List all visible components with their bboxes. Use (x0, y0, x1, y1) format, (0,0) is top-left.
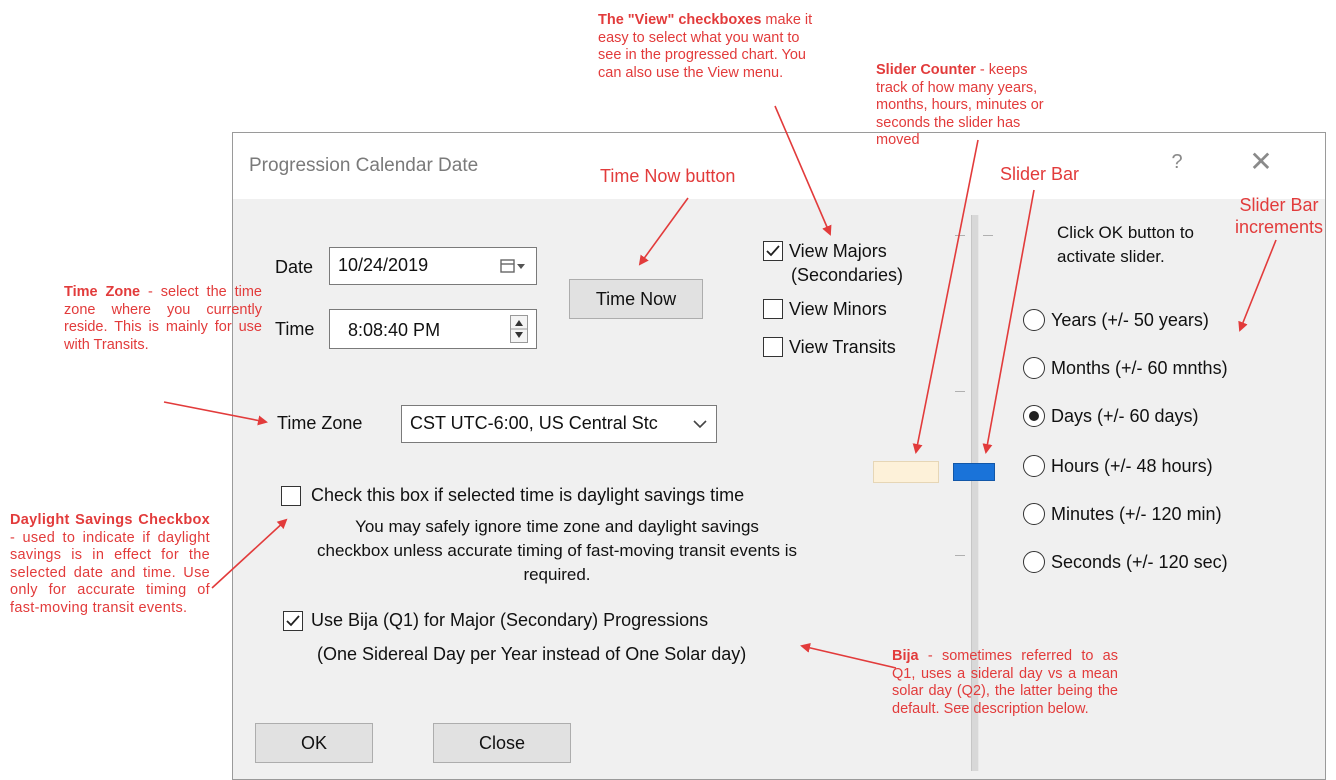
time-now-button[interactable]: Time Now (569, 279, 703, 319)
annotation-daylight-savings: Daylight Savings Checkbox - used to indi… (10, 512, 210, 617)
time-label: Time (275, 319, 315, 339)
annotation-bija-title: Bija (892, 648, 919, 664)
bija-checkbox[interactable] (283, 611, 303, 631)
slider-counter (873, 461, 939, 483)
bija-sub-label: (One Sidereal Day per Year instead of On… (317, 644, 747, 664)
view-majors-label: View Majors (789, 241, 887, 261)
annotation-bija-text: - sometimes referred to as Q1, uses a si… (892, 648, 1118, 717)
time-field[interactable]: 8:08:40 PM (329, 309, 537, 349)
slider-tick (955, 391, 965, 392)
view-minors-checkbox[interactable] (763, 299, 783, 319)
time-zone-label: Time Zone (277, 413, 363, 433)
help-button[interactable]: ? (1163, 151, 1191, 174)
annotation-time-now-button: Time Now button (600, 166, 736, 186)
radio-months-label: Months (+/- 60 mnths) (1051, 358, 1228, 378)
annotation-view-checkboxes-title: The "View" checkboxes (598, 12, 762, 28)
view-majors-sub-label: (Secondaries) (791, 265, 904, 285)
dst-checkbox[interactable] (281, 486, 301, 506)
slider-tick (955, 555, 965, 556)
chevron-down-icon[interactable] (690, 406, 710, 442)
radio-minutes[interactable] (1023, 503, 1045, 525)
date-picker[interactable]: 10/24/2019 (329, 247, 537, 285)
calendar-dropdown-icon[interactable] (500, 248, 526, 284)
radio-months[interactable] (1023, 357, 1045, 379)
dialog-title: Progression Calendar Date (249, 155, 479, 176)
date-value: 10/24/2019 (338, 255, 429, 275)
radio-hours[interactable] (1023, 455, 1045, 477)
slider-hint: Click OK button to activate slider. (1057, 223, 1195, 266)
view-minors-label: View Minors (789, 299, 887, 319)
ok-button[interactable]: OK (255, 723, 373, 763)
annotation-time-zone: Time Zone - select the time zone where y… (64, 284, 262, 354)
title-bar: Progression Calendar Date ? ✕ (233, 133, 1325, 199)
annotation-slider-bar-increments: Slider Bar increments (1234, 195, 1324, 237)
time-spinner[interactable] (510, 315, 528, 343)
annotation-view-checkboxes: The "View" checkboxes make it easy to se… (598, 12, 818, 82)
dst-note: You may safely ignore time zone and dayl… (317, 517, 797, 584)
annotation-bija: Bija - sometimes referred to as Q1, uses… (892, 648, 1118, 718)
annotation-slider-bar: Slider Bar (1000, 164, 1080, 184)
date-label: Date (275, 257, 314, 277)
close-button[interactable]: Close (433, 723, 571, 763)
radio-minutes-label: Minutes (+/- 120 min) (1051, 504, 1222, 524)
annotation-time-zone-title: Time Zone (64, 284, 141, 300)
radio-seconds[interactable] (1023, 551, 1045, 573)
time-zone-select[interactable]: CST UTC-6:00, US Central Stc (401, 405, 717, 443)
view-majors-checkbox[interactable] (763, 241, 783, 261)
radio-years[interactable] (1023, 309, 1045, 331)
annotation-daylight-text: - used to indicate if daylight savings i… (10, 529, 210, 616)
slider-tick (983, 235, 993, 236)
radio-days[interactable] (1023, 405, 1045, 427)
slider-tick (955, 235, 965, 236)
bija-checkbox-label: Use Bija (Q1) for Major (Secondary) Prog… (311, 610, 709, 630)
view-transits-checkbox[interactable] (763, 337, 783, 357)
close-icon[interactable]: ✕ (1243, 147, 1279, 177)
annotation-daylight-title: Daylight Savings Checkbox (10, 512, 210, 528)
slider-thumb[interactable] (953, 463, 995, 481)
annotation-slider-counter-title: Slider Counter (876, 62, 976, 78)
progression-dialog: Progression Calendar Date ? ✕ Date 10/24… (232, 132, 1326, 780)
view-transits-label: View Transits (789, 337, 896, 357)
annotation-slider-counter: Slider Counter - keeps track of how many… (876, 62, 1046, 150)
dst-checkbox-label: Check this box if selected time is dayli… (311, 485, 745, 505)
radio-days-label: Days (+/- 60 days) (1051, 406, 1199, 426)
time-zone-value: CST UTC-6:00, US Central Stc (410, 413, 658, 433)
radio-years-label: Years (+/- 50 years) (1051, 310, 1209, 330)
time-value: 8:08:40 PM (348, 320, 441, 340)
radio-hours-label: Hours (+/- 48 hours) (1051, 456, 1213, 476)
radio-seconds-label: Seconds (+/- 120 sec) (1051, 552, 1228, 572)
